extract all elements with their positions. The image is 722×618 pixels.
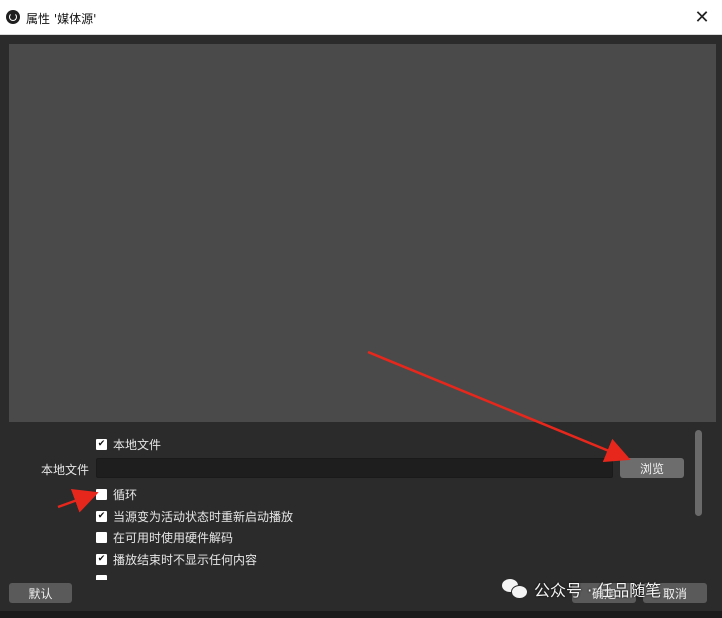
hide-when-ended-checkbox[interactable] bbox=[96, 553, 107, 565]
local-file-checkbox-label: 本地文件 bbox=[113, 437, 162, 452]
clipped-option-row[interactable] bbox=[96, 572, 113, 580]
hardware-decode-label: 在可用时使用硬件解码 bbox=[113, 530, 234, 545]
hardware-decode-option-row[interactable]: 在可用时使用硬件解码 bbox=[96, 528, 233, 546]
wechat-icon bbox=[502, 579, 528, 599]
defaults-button[interactable]: 默认 bbox=[9, 583, 72, 603]
hide-when-ended-label: 播放结束时不显示任何内容 bbox=[113, 552, 258, 567]
restart-on-active-checkbox[interactable] bbox=[96, 510, 107, 522]
watermark: 公众号 · 任品随笔 bbox=[502, 576, 661, 602]
local-file-field-label: 本地文件 bbox=[41, 463, 90, 477]
window-title: 属性 '媒体源' bbox=[26, 12, 97, 26]
properties-scrollbar[interactable] bbox=[695, 430, 702, 516]
arrow-to-loop-checkbox bbox=[57, 489, 99, 513]
title-bar: 属性 '媒体源' ✕ bbox=[0, 0, 722, 35]
taskbar-strip bbox=[0, 611, 722, 618]
source-preview bbox=[9, 44, 716, 422]
obs-logo-icon bbox=[6, 10, 20, 24]
restart-on-active-label: 当源变为活动状态时重新启动播放 bbox=[113, 509, 294, 524]
hide-when-ended-option-row[interactable]: 播放结束时不显示任何内容 bbox=[96, 550, 257, 568]
loop-label: 循环 bbox=[113, 487, 138, 502]
watermark-text: 公众号 · 任品随笔 bbox=[534, 581, 662, 600]
close-icon: ✕ bbox=[694, 6, 710, 28]
local-file-checkbox-row[interactable]: 本地文件 bbox=[96, 435, 161, 453]
hardware-decode-checkbox[interactable] bbox=[96, 531, 107, 543]
local-file-checkbox[interactable] bbox=[96, 438, 107, 450]
restart-on-active-option-row[interactable]: 当源变为活动状态时重新启动播放 bbox=[96, 507, 293, 525]
close-button[interactable]: ✕ bbox=[682, 0, 722, 34]
loop-checkbox[interactable] bbox=[96, 488, 107, 500]
local-file-input[interactable] bbox=[96, 458, 613, 478]
browse-button[interactable]: 浏览 bbox=[620, 458, 684, 478]
loop-option-row[interactable]: 循环 bbox=[96, 485, 137, 503]
